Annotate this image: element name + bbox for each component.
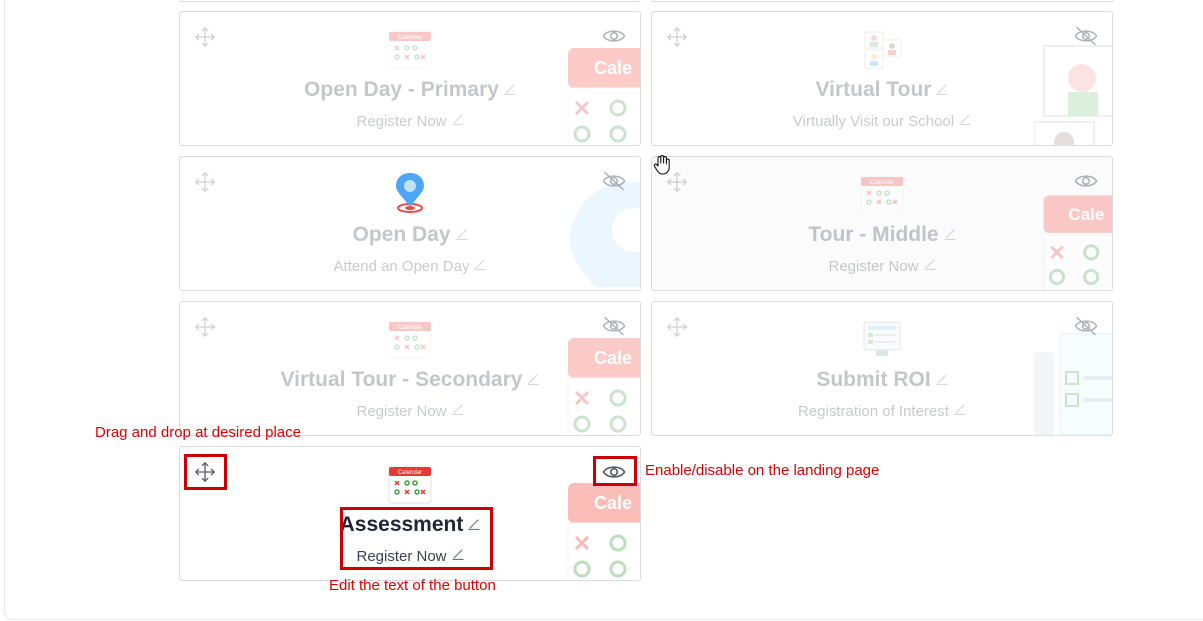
- eye-icon[interactable]: [1074, 171, 1098, 191]
- move-icon[interactable]: [194, 26, 216, 48]
- card-title: Virtual Tour: [815, 78, 932, 101]
- card-title: Submit ROI: [816, 368, 931, 391]
- card-title: Tour - Middle: [808, 223, 939, 246]
- card-title: Virtual Tour - Secondary: [280, 368, 523, 391]
- annotation-box-edit: [340, 507, 493, 570]
- edit-pencil-icon[interactable]: [959, 113, 971, 125]
- calendar-icon: Calendar: [388, 466, 432, 504]
- calendar-decoration: Cale: [1043, 195, 1112, 290]
- calendar-decoration: Cale: [567, 338, 640, 435]
- svg-text:Cale: Cale: [594, 58, 632, 78]
- card-subtitle: Virtually Visit our School: [792, 113, 955, 130]
- edit-pencil-icon[interactable]: [954, 403, 966, 415]
- card-subtitle: Register Now: [356, 403, 447, 420]
- edit-pencil-icon[interactable]: [452, 403, 464, 415]
- svg-text:Calendar: Calendar: [398, 470, 422, 476]
- edit-pencil-icon[interactable]: [936, 373, 948, 385]
- calendar-icon: Calendar: [860, 176, 904, 214]
- eye-off-icon[interactable]: [1074, 26, 1098, 46]
- move-icon[interactable]: [666, 26, 688, 48]
- card-edge-top-right: [651, 0, 1114, 2]
- card-title: Open Day: [352, 223, 451, 246]
- edit-pencil-icon[interactable]: [527, 373, 539, 385]
- calendar-decoration: Cale: [567, 483, 640, 580]
- annotation-box-eye: [593, 456, 637, 486]
- annotation-toggle: Enable/disable on the landing page: [645, 462, 880, 479]
- calendar-icon: Calendar: [388, 321, 432, 359]
- hand-cursor-icon: [653, 155, 670, 175]
- card-title: Open Day - Primary: [304, 78, 499, 101]
- card-tour-middle[interactable]: Calendar Tour - Middle Register Now Cale: [651, 156, 1113, 291]
- calendar-icon: Calendar: [388, 31, 432, 69]
- card-open-day[interactable]: Open Day Attend an Open Day: [179, 156, 641, 291]
- annotation-edit: Edit the text of the button: [329, 577, 496, 594]
- form-decoration: [1034, 333, 1112, 435]
- location-pin-icon: [396, 173, 424, 213]
- move-icon[interactable]: [194, 316, 216, 338]
- move-icon[interactable]: [666, 316, 688, 338]
- eye-off-icon[interactable]: [602, 171, 626, 191]
- eye-off-icon[interactable]: [602, 316, 626, 336]
- annotation-box-move: [184, 454, 227, 490]
- svg-text:Calendar: Calendar: [398, 325, 422, 331]
- card-subtitle: Registration of Interest: [798, 403, 949, 420]
- edit-pencil-icon[interactable]: [456, 228, 468, 240]
- card-virtual-tour[interactable]: Virtual Tour Virtually Visit our School: [651, 11, 1113, 146]
- card-edge-top-left: [179, 0, 641, 2]
- svg-text:Cale: Cale: [594, 493, 632, 513]
- card-submit-roi[interactable]: Submit ROI Registration of Interest: [651, 301, 1113, 436]
- eye-off-icon[interactable]: [1074, 316, 1098, 336]
- edit-pencil-icon[interactable]: [944, 228, 956, 240]
- svg-text:Calendar: Calendar: [398, 35, 422, 41]
- card-virtual-tour-secondary[interactable]: Calendar Virtual Tour - Secondary Regist…: [179, 301, 641, 436]
- svg-text:Cale: Cale: [1068, 205, 1104, 224]
- card-subtitle: Register Now: [828, 258, 919, 275]
- calendar-decoration: Cale: [567, 48, 640, 145]
- edit-pencil-icon[interactable]: [924, 258, 936, 270]
- card-subtitle: Register Now: [356, 113, 447, 130]
- video-call-icon: [864, 31, 902, 69]
- svg-text:Cale: Cale: [594, 348, 632, 368]
- eye-icon[interactable]: [602, 26, 626, 46]
- annotation-drag: Drag and drop at desired place: [95, 424, 301, 441]
- form-icon: [863, 321, 901, 356]
- move-icon[interactable]: [194, 171, 216, 193]
- svg-text:Calendar: Calendar: [870, 180, 894, 186]
- edit-pencil-icon[interactable]: [504, 83, 516, 95]
- card-subtitle: Attend an Open Day: [333, 258, 470, 275]
- edit-pencil-icon[interactable]: [936, 83, 948, 95]
- edit-pencil-icon[interactable]: [474, 258, 486, 270]
- edit-pencil-icon[interactable]: [452, 113, 464, 125]
- card-open-day-primary[interactable]: Calendar Open Day - Primary Register Now…: [179, 11, 641, 146]
- video-call-decoration: [1034, 45, 1112, 145]
